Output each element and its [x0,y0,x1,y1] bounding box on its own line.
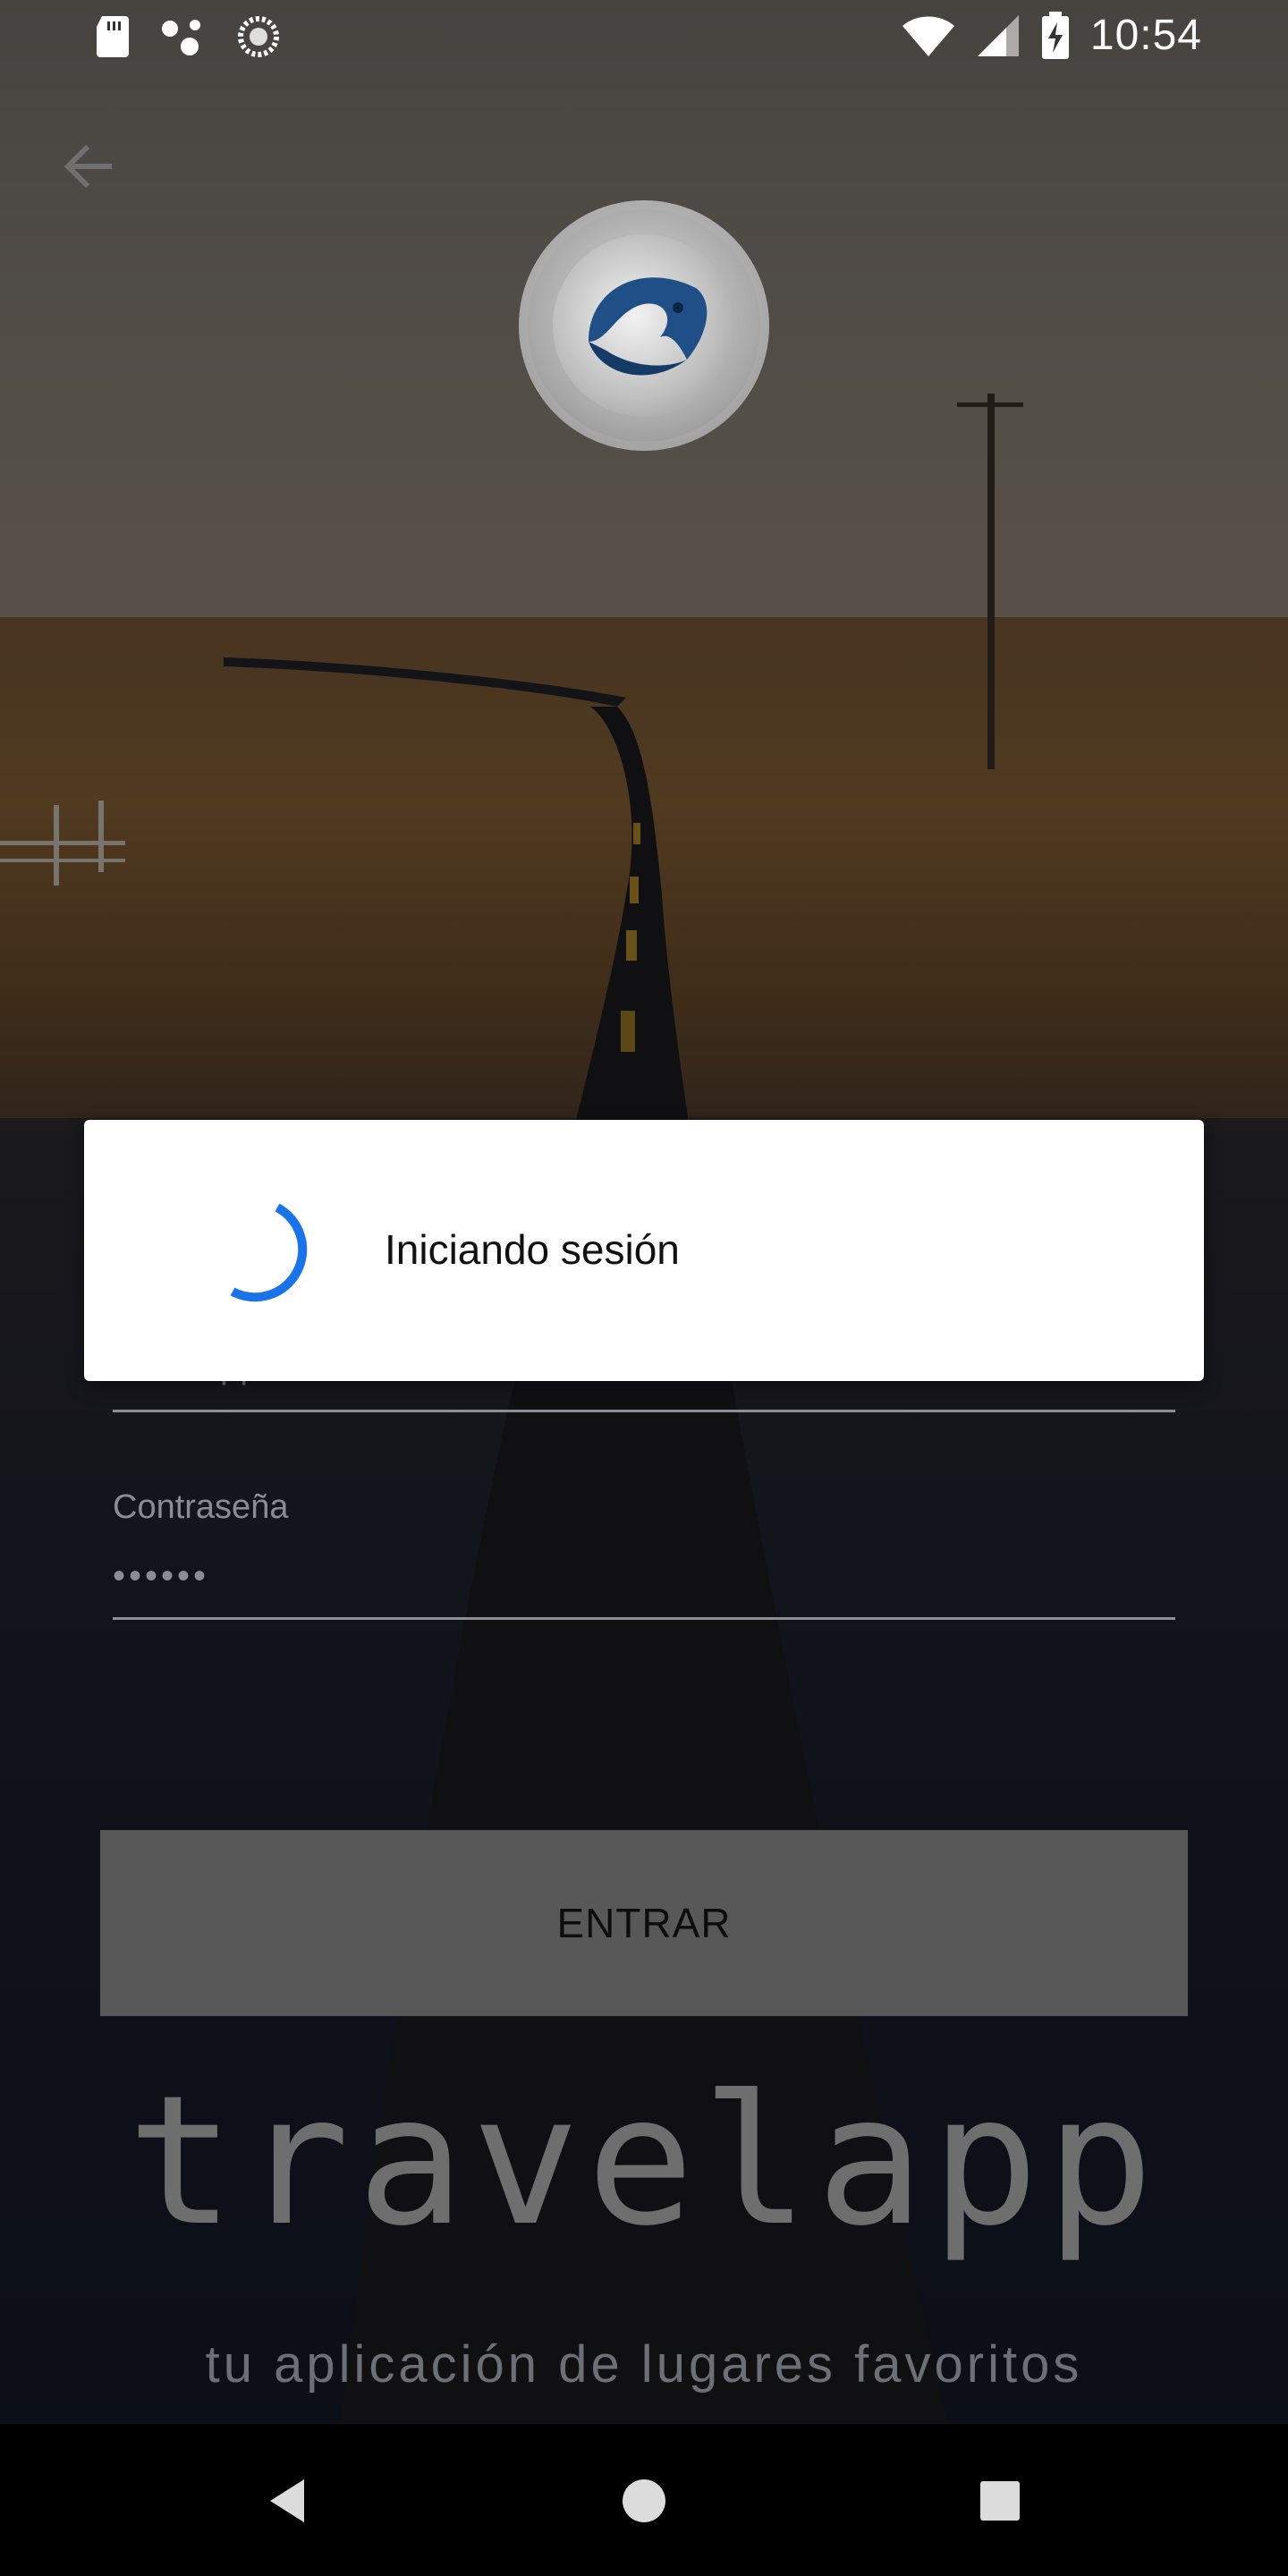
home-circle-icon[interactable] [608,2465,680,2537]
dialog-message: Iniciando sesión [385,1226,680,1273]
eagle-logo-icon [589,277,708,376]
loading-dialog: Iniciando sesión [84,1120,1204,1381]
status-left-icons [95,14,281,59]
battery-charging-icon [1041,11,1069,59]
status-bar: 10:54 [0,0,1288,75]
app-logo [519,200,769,451]
sync-icon [238,16,279,57]
username-underline [113,1410,1175,1412]
back-triangle-icon[interactable] [252,2465,324,2537]
wifi-icon [902,16,954,56]
login-screen: 10:54 travelapp Contraseña •••••• ENTRAR… [0,0,1288,2424]
status-right-icons: 10:54 [901,11,1202,60]
navigation-bar [0,2424,1288,2576]
brand-name: travelapp [127,2057,1161,2266]
recents-square-icon[interactable] [964,2465,1036,2537]
loading-spinner-icon [230,1203,308,1302]
signal-icon [977,14,1019,56]
password-field[interactable]: •••••• [113,1556,209,1597]
sd-card-icon [97,16,129,57]
password-label: Contraseña [113,1488,289,1526]
assistant-dots-icon [162,20,200,55]
brand-tagline: tu aplicación de lugares favoritos [205,2335,1083,2394]
status-time: 10:54 [1089,12,1202,59]
login-button[interactable]: ENTRAR [100,1830,1188,2016]
arrow-back-icon[interactable] [55,134,120,199]
password-underline [113,1617,1175,1620]
